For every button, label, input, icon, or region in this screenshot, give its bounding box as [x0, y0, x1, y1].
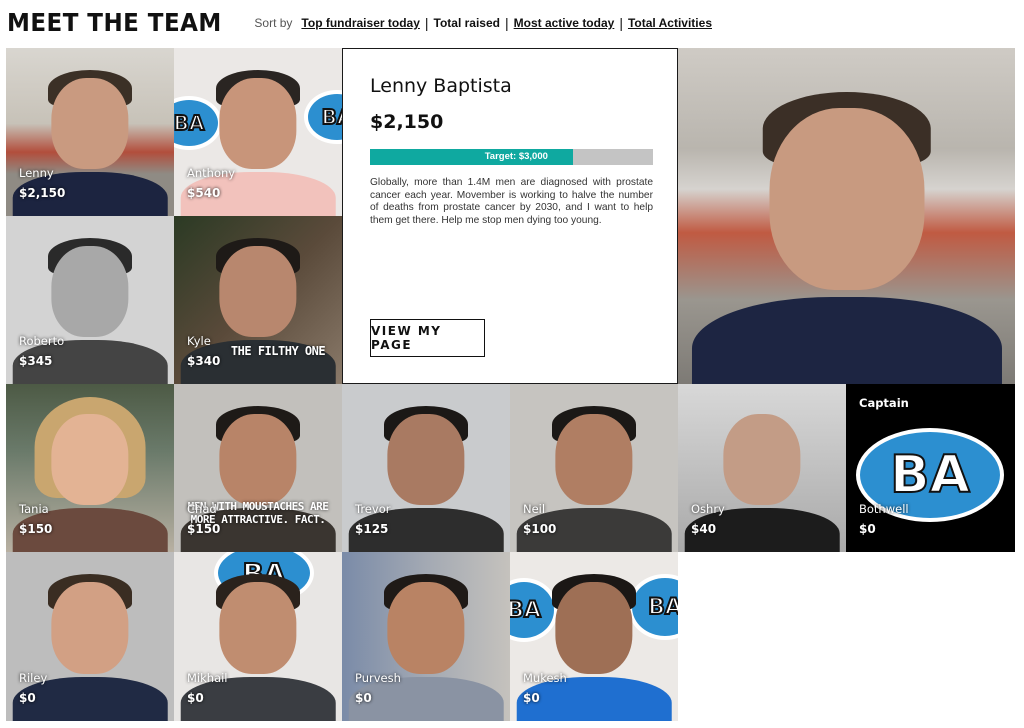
- featured-member-card: Lenny Baptista $2,150 Target: $3,000 Glo…: [342, 48, 678, 384]
- member-amount: $0: [19, 691, 36, 705]
- member-tile-tania[interactable]: Tania $150: [6, 384, 174, 552]
- face-shape: [219, 582, 297, 674]
- member-name: Oshry: [691, 502, 725, 516]
- featured-story: Globally, more than 1.4M men are diagnos…: [370, 177, 653, 226]
- sort-total-raised[interactable]: Total raised: [429, 16, 505, 30]
- member-amount: $40: [691, 522, 717, 536]
- member-name: Neil: [523, 502, 546, 516]
- member-tile-kyle[interactable]: THE FILTHY ONE Kyle $340: [174, 216, 342, 384]
- member-tile-lenny[interactable]: Lenny $2,150: [6, 48, 174, 216]
- member-name: Mikhail: [187, 671, 228, 685]
- sort-bar: Sort by Top fundraiser today | Total rai…: [254, 15, 717, 31]
- member-amount: $100: [523, 522, 557, 536]
- sort-top-fundraiser-today[interactable]: Top fundraiser today: [296, 16, 424, 30]
- face-shape: [219, 246, 297, 337]
- member-name: Lenny: [19, 166, 54, 180]
- face-shape: [768, 108, 925, 290]
- member-name: Kyle: [187, 334, 211, 348]
- view-my-page-button[interactable]: VIEW MY PAGE: [370, 319, 485, 357]
- featured-amount: $2,150: [370, 111, 444, 133]
- member-tile-anthony[interactable]: BA BA Anthony $540: [174, 48, 342, 216]
- member-amount: $0: [355, 691, 372, 705]
- member-amount: $2,150: [19, 186, 66, 200]
- member-tile-chad[interactable]: MEN WITH MOUSTACHES ARE MORE ATTRACTIVE.…: [174, 384, 342, 552]
- member-tile-oshry[interactable]: Oshry $40: [678, 384, 846, 552]
- face-shape: [555, 582, 633, 674]
- face-shape: [387, 582, 465, 674]
- member-name: Riley: [19, 671, 48, 685]
- member-amount: $0: [859, 522, 876, 536]
- featured-name: Lenny Baptista: [370, 75, 512, 97]
- face-shape: [51, 582, 129, 674]
- shirt-shape: [691, 296, 1002, 384]
- face-shape: [51, 246, 129, 337]
- member-name: Mukesh: [523, 671, 567, 685]
- fundraising-progress-bar: Target: $3,000: [370, 149, 653, 165]
- member-tile-trevor[interactable]: Trevor $125: [342, 384, 510, 552]
- face-shape: [723, 414, 801, 505]
- member-amount: $540: [187, 186, 221, 200]
- face-shape: [51, 414, 129, 505]
- member-amount: $150: [19, 522, 53, 536]
- page-title: MEET THE TEAM: [7, 7, 222, 37]
- member-tile-riley[interactable]: Riley $0: [6, 552, 174, 721]
- captain-badge: Captain: [859, 396, 909, 410]
- member-name: Tania: [19, 502, 49, 516]
- sort-prefix: Sort by: [254, 16, 293, 30]
- member-tile-mukesh[interactable]: BA BA Mukesh $0: [510, 552, 678, 721]
- member-name: Purvesh: [355, 671, 401, 685]
- page-header: MEET THE TEAM Sort by Top fundraiser tod…: [7, 0, 1017, 44]
- member-tile-mikhail[interactable]: BA Mikhail $0: [174, 552, 342, 721]
- member-amount: $0: [523, 691, 540, 705]
- member-name: Chad: [187, 502, 217, 516]
- member-tile-bothwell[interactable]: Captain BA Bothwell $0: [846, 384, 1015, 552]
- sort-most-active-today[interactable]: Most active today: [509, 16, 620, 30]
- face-shape: [555, 414, 633, 505]
- team-grid: Lenny $2,150 BA BA Anthony $540 Lenny Ba…: [6, 48, 1015, 721]
- progress-target-label: Target: $3,000: [484, 151, 548, 162]
- face-shape: [387, 414, 465, 505]
- member-tile-roberto[interactable]: Roberto $345: [6, 216, 174, 384]
- member-amount: $125: [355, 522, 389, 536]
- member-amount: $0: [187, 691, 204, 705]
- featured-member-photo[interactable]: [678, 48, 1015, 384]
- member-name: Trevor: [355, 502, 391, 516]
- member-amount: $340: [187, 354, 221, 368]
- face-shape: [51, 78, 129, 169]
- sort-total-activities[interactable]: Total Activities: [623, 16, 717, 30]
- member-name: Anthony: [187, 166, 236, 180]
- member-tile-purvesh[interactable]: Purvesh $0: [342, 552, 510, 721]
- member-amount: $345: [19, 354, 53, 368]
- member-tile-neil[interactable]: Neil $100: [510, 384, 678, 552]
- member-amount: $150: [187, 522, 221, 536]
- member-name: Roberto: [19, 334, 65, 348]
- face-shape: [219, 78, 297, 169]
- face-shape: [219, 414, 297, 505]
- member-name: Bothwell: [859, 502, 909, 516]
